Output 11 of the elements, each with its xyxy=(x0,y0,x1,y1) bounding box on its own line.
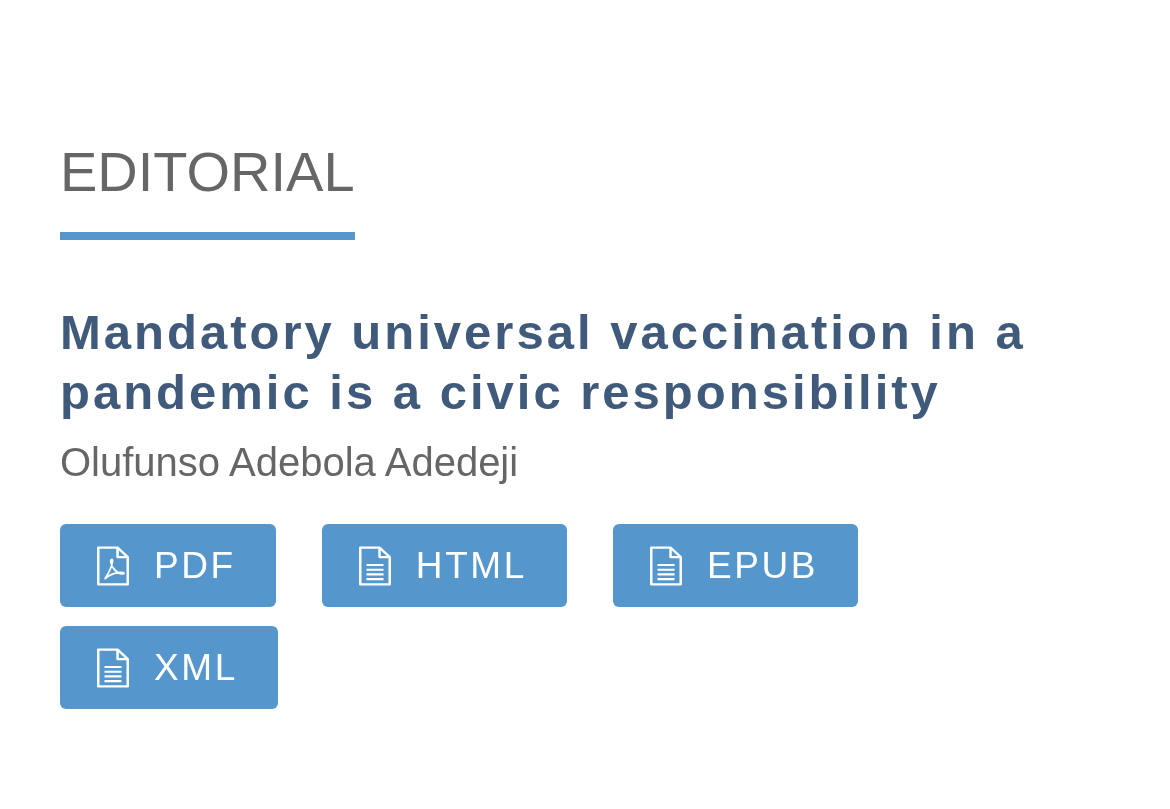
download-button[interactable]: XML xyxy=(60,626,278,709)
download-button[interactable]: EPUB xyxy=(612,524,859,607)
download-button[interactable]: HTML xyxy=(321,524,567,607)
document-icon xyxy=(648,545,683,586)
download-button[interactable]: PDF xyxy=(60,524,276,607)
document-icon xyxy=(96,647,130,688)
section-heading: EDITORIAL xyxy=(60,139,355,205)
author-name: Olufunso Adebola Adedeji xyxy=(60,439,519,486)
article-title[interactable]: Mandatory universal vaccination in a pandemic is a civic responsibility xyxy=(60,302,1100,422)
document-icon xyxy=(357,545,392,586)
pdf-file-icon xyxy=(96,545,130,586)
